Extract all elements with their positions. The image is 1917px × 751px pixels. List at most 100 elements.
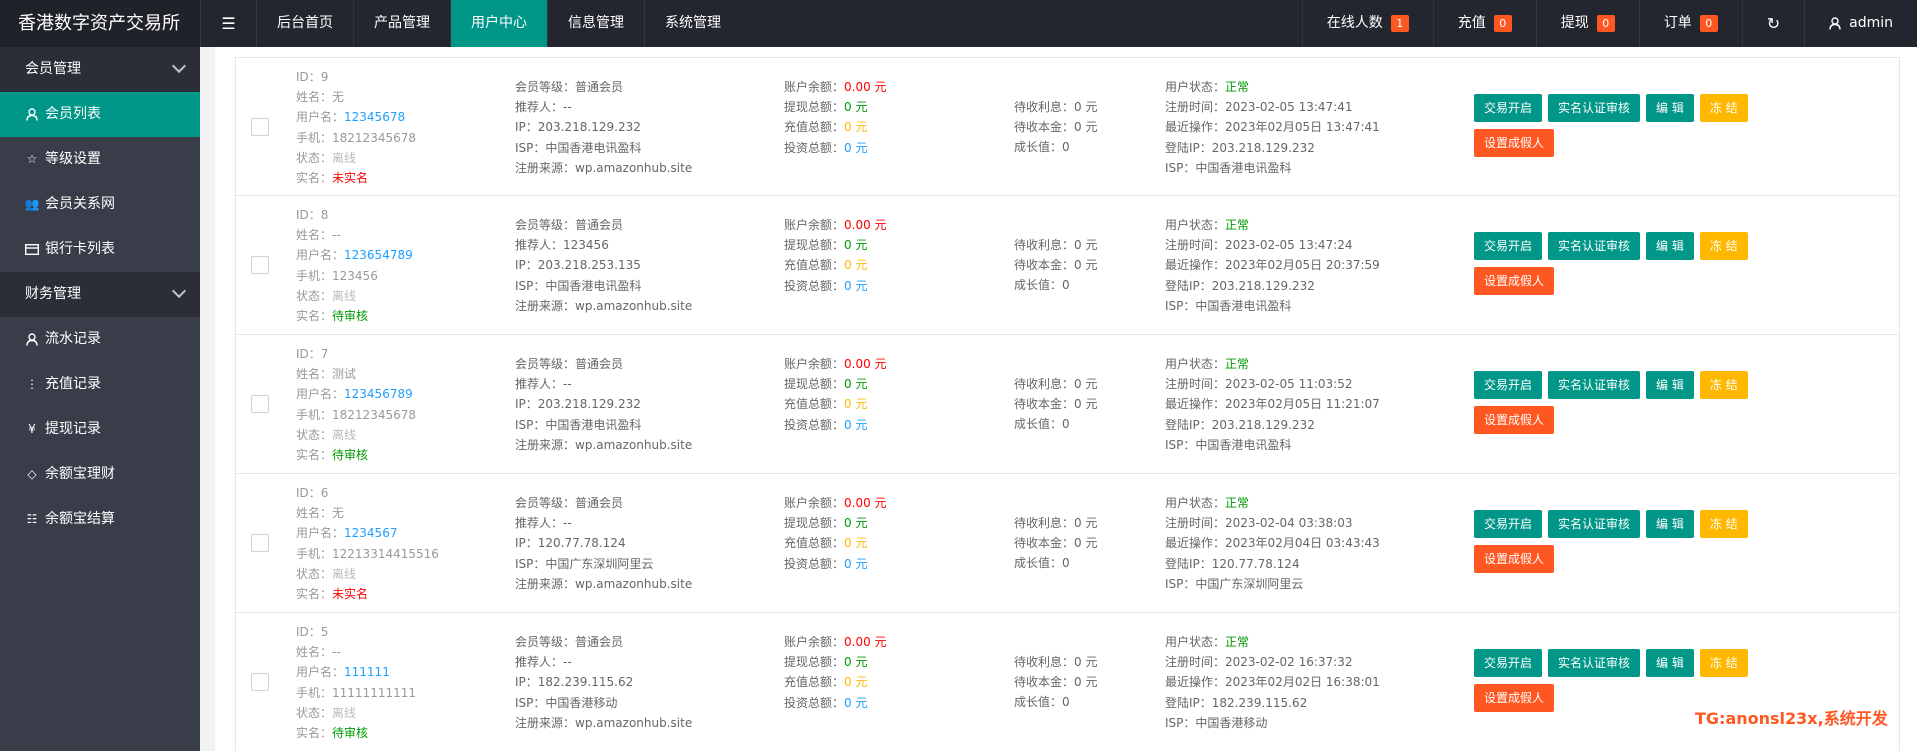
set-fake-user-button[interactable]: 设置成假人 [1474, 406, 1555, 434]
trade-toggle-button[interactable]: 交易开启 [1474, 371, 1543, 399]
watermark-text: TG:anonsl23x,系统开发 [1695, 709, 1888, 728]
orders-link[interactable]: 订单 0 [1638, 0, 1742, 47]
recharge-link[interactable]: 充值 0 [1432, 0, 1536, 47]
login-ip-value: 203.218.129.232 [1211, 278, 1315, 293]
principal-label: 待收本金： [1014, 397, 1075, 412]
sidebar-item-flow-records[interactable]: 流水记录 [0, 317, 200, 362]
row-checkbox[interactable] [251, 118, 269, 136]
username-link[interactable]: 12345678 [344, 110, 405, 124]
source-label: 注册来源： [515, 298, 576, 313]
verify-realname-button[interactable]: 实名认证审核 [1548, 649, 1641, 677]
edit-button[interactable]: 编 辑 [1646, 371, 1694, 399]
sidebar-item-member-list[interactable]: 会员列表 [0, 92, 200, 137]
edit-button[interactable]: 编 辑 [1646, 649, 1694, 677]
recharge-total-value: 0 元 [844, 120, 868, 135]
realname-line: 实名：未实名 [296, 584, 439, 604]
edit-button[interactable]: 编 辑 [1646, 232, 1694, 260]
freeze-button[interactable]: 冻 结 [1699, 649, 1748, 677]
withdraw-total-value: 0 元 [844, 238, 868, 253]
nav-info[interactable]: 信息管理 [547, 0, 644, 47]
referrer-value: -- [563, 655, 572, 670]
level-label: 会员等级： [515, 635, 576, 649]
source-label: 注册来源： [515, 160, 576, 175]
sidebar-item-recharge-records[interactable]: ⋮ 充值记录 [0, 362, 200, 407]
referrer-label: 推荐人： [515, 655, 564, 670]
username-link[interactable]: 111111 [344, 665, 390, 679]
realname-value: 待审核 [332, 448, 369, 463]
freeze-button[interactable]: 冻 结 [1699, 94, 1748, 122]
sidebar-group-members[interactable]: 会员管理 [0, 47, 200, 92]
set-fake-user-button[interactable]: 设置成假人 [1474, 267, 1555, 295]
login-ip-label: 登陆IP： [1165, 556, 1212, 571]
set-fake-user-button[interactable]: 设置成假人 [1474, 684, 1555, 712]
verify-realname-button[interactable]: 实名认证审核 [1548, 232, 1641, 260]
interest-line: 待收利息：0 元 [1014, 97, 1097, 117]
sidebar-item-member-network[interactable]: 👥 会员关系网 [0, 182, 200, 227]
ip-value: 203.218.129.232 [537, 397, 641, 412]
withdraw-total-line: 提现总额：0 元 [784, 374, 887, 394]
row-checkbox[interactable] [251, 256, 269, 274]
trade-toggle-button[interactable]: 交易开启 [1474, 649, 1543, 677]
isp2-value: 中国广东深圳阿里云 [1195, 576, 1304, 591]
edit-button[interactable]: 编 辑 [1646, 510, 1694, 538]
top-nav: ☰ 后台首页 产品管理 用户中心 信息管理 系统管理 [200, 0, 741, 47]
sidebar-item-yuebao-settlement[interactable]: ☷ 余额宝结算 [0, 497, 200, 542]
user-status-line: 用户状态：正常 [1165, 493, 1380, 513]
isp2-label: ISP： [1165, 576, 1196, 591]
growth-value: 0 [1062, 140, 1070, 155]
sidebar-item-bank-cards[interactable]: 银行卡列表 [0, 227, 200, 272]
ip-label: IP： [515, 120, 538, 135]
set-fake-user-button[interactable]: 设置成假人 [1474, 129, 1555, 157]
user-menu[interactable]: admin [1804, 0, 1917, 47]
sidebar-item-level-settings[interactable]: ☆ 等级设置 [0, 137, 200, 182]
name-label: 姓名： [296, 90, 333, 105]
username-label: 用户名： [296, 110, 345, 125]
nav-dashboard[interactable]: 后台首页 [256, 0, 353, 47]
star-icon: ☆ [26, 152, 38, 166]
set-fake-user-button[interactable]: 设置成假人 [1474, 545, 1555, 573]
username-label: 用户名： [296, 665, 345, 680]
sidebar-item-yuebao-finance[interactable]: ◇ 余额宝理财 [0, 452, 200, 497]
verify-realname-button[interactable]: 实名认证审核 [1548, 510, 1641, 538]
row-checkbox[interactable] [251, 395, 269, 413]
realname-value: 待审核 [332, 309, 369, 324]
source-line: 注册来源：wp.amazonhub.site [515, 435, 692, 455]
nav-products[interactable]: 产品管理 [353, 0, 450, 47]
sidebar-group-finance[interactable]: 财务管理 [0, 272, 200, 317]
freeze-button[interactable]: 冻 结 [1699, 371, 1748, 399]
phone-value: 11111111111 [332, 685, 416, 700]
main-content: ID：9 姓名：无 用户名：12345678 手机：18212345678 状态… [200, 47, 1917, 751]
withdraw-total-value: 0 元 [844, 655, 868, 670]
member-activity: 用户状态：正常 注册时间：2023-02-02 16:37:32 最近操作：20… [1165, 632, 1380, 733]
trade-toggle-button[interactable]: 交易开启 [1474, 94, 1543, 122]
row-checkbox[interactable] [251, 534, 269, 552]
status-label: 状态： [296, 288, 333, 303]
menu-toggle-icon[interactable]: ☰ [200, 0, 256, 47]
online-count-link[interactable]: 在线人数 1 [1301, 0, 1433, 47]
growth-line: 成长值：0 [1014, 137, 1097, 157]
verify-realname-button[interactable]: 实名认证审核 [1548, 94, 1641, 122]
user-icon [1829, 17, 1841, 30]
nav-system[interactable]: 系统管理 [644, 0, 741, 47]
verify-realname-button[interactable]: 实名认证审核 [1548, 371, 1641, 399]
principal-label: 待收本金： [1014, 258, 1075, 273]
trade-toggle-button[interactable]: 交易开启 [1474, 510, 1543, 538]
withdraw-link[interactable]: 提现 0 [1535, 0, 1639, 47]
referrer-line: 推荐人：123456 [515, 235, 692, 255]
isp-line: ISP：中国香港电讯盈科 [515, 276, 692, 296]
freeze-button[interactable]: 冻 结 [1699, 510, 1748, 538]
referrer-line: 推荐人：-- [515, 374, 692, 394]
row-checkbox[interactable] [251, 673, 269, 691]
username-link[interactable]: 123456789 [344, 387, 413, 401]
id-value: 8 [320, 208, 329, 222]
level-line: 会员等级：普通会员 [515, 493, 692, 513]
sidebar-item-withdraw-records[interactable]: ¥ 提现记录 [0, 407, 200, 452]
level-line: 会员等级：普通会员 [515, 354, 692, 374]
nav-user-center[interactable]: 用户中心 [450, 0, 547, 47]
username-link[interactable]: 123654789 [344, 248, 413, 262]
trade-toggle-button[interactable]: 交易开启 [1474, 232, 1543, 260]
refresh-icon[interactable]: ↻ [1741, 0, 1804, 47]
freeze-button[interactable]: 冻 结 [1699, 232, 1748, 260]
edit-button[interactable]: 编 辑 [1646, 94, 1694, 122]
username-link[interactable]: 1234567 [344, 526, 397, 540]
